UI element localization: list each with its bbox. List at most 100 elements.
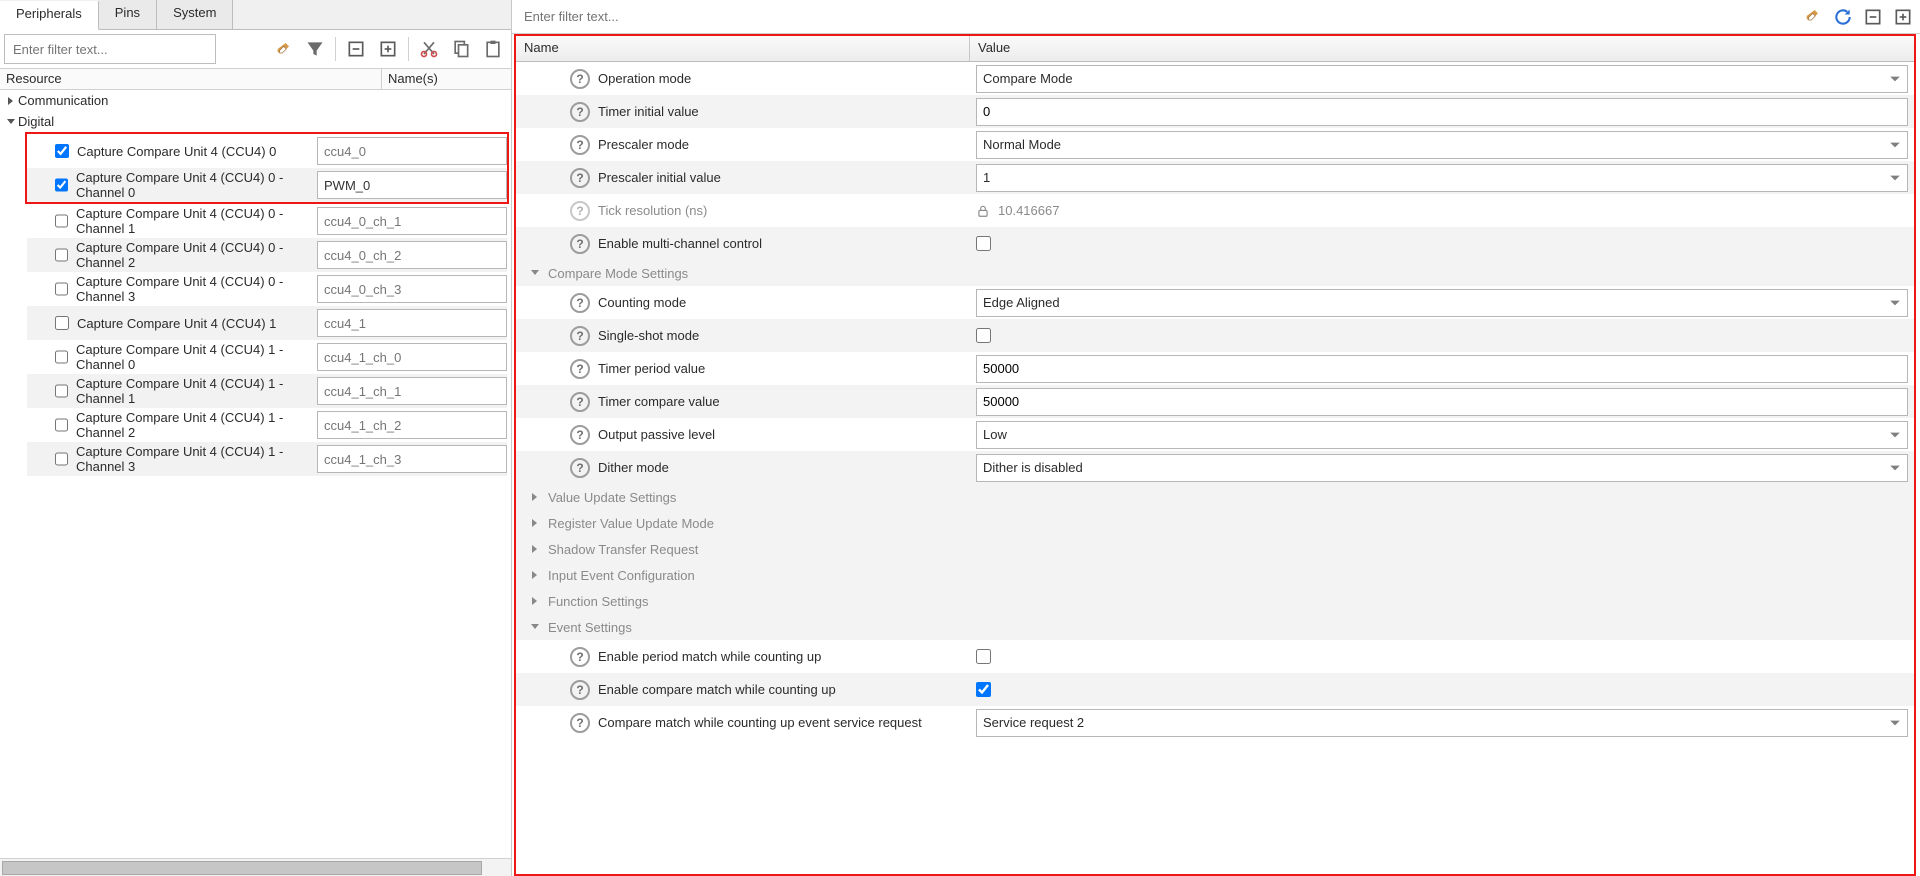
resource-name-input[interactable] (317, 445, 507, 473)
section-function[interactable]: Function Settings (516, 588, 1914, 614)
collapse-all-icon[interactable] (1860, 4, 1886, 30)
resource-row[interactable]: Capture Compare Unit 4 (CCU4) 0 - Channe… (27, 272, 507, 306)
chevron-right-icon[interactable] (528, 570, 542, 580)
prop-checkbox[interactable] (976, 649, 991, 664)
tab-system[interactable]: System (157, 0, 233, 29)
section-value_update[interactable]: Value Update Settings (516, 484, 1914, 510)
tab-pins[interactable]: Pins (99, 0, 157, 29)
resource-row[interactable]: Capture Compare Unit 4 (CCU4) 1 - Channe… (27, 442, 507, 476)
prop-checkbox[interactable] (976, 682, 991, 697)
resource-checkbox[interactable] (55, 384, 68, 398)
help-icon[interactable]: ? (570, 293, 590, 313)
resource-checkbox[interactable] (55, 282, 68, 296)
chevron-right-icon[interactable] (528, 596, 542, 606)
eraser-icon[interactable] (275, 41, 291, 57)
resource-row[interactable]: Capture Compare Unit 4 (CCU4) 1 - Channe… (27, 408, 507, 442)
resource-checkbox[interactable] (55, 452, 68, 466)
category-communication[interactable]: Communication (0, 90, 511, 111)
section-register_mode[interactable]: Register Value Update Mode (516, 510, 1914, 536)
help-icon[interactable]: ? (570, 326, 590, 346)
resource-row[interactable]: Capture Compare Unit 4 (CCU4) 0 (27, 134, 507, 168)
help-icon[interactable]: ? (570, 234, 590, 254)
resource-name-input[interactable] (317, 171, 507, 199)
prop-select[interactable]: Compare Mode (976, 65, 1908, 93)
filter-icon[interactable] (301, 35, 329, 63)
prop-select[interactable]: Normal Mode (976, 131, 1908, 159)
resource-checkbox[interactable] (55, 144, 69, 158)
eraser-icon[interactable] (1804, 8, 1820, 24)
chevron-down-icon[interactable] (528, 622, 542, 632)
chevron-right-icon[interactable] (528, 518, 542, 528)
prop-select[interactable]: Dither is disabled (976, 454, 1908, 482)
section-shadow[interactable]: Shadow Transfer Request (516, 536, 1914, 562)
resource-name-input[interactable] (317, 207, 507, 235)
chevron-right-icon[interactable] (4, 96, 18, 106)
expand-all-icon[interactable] (1890, 4, 1916, 30)
cut-icon[interactable] (415, 35, 443, 63)
help-icon[interactable]: ? (570, 425, 590, 445)
resource-name-input[interactable] (317, 137, 507, 165)
resource-row[interactable]: Capture Compare Unit 4 (CCU4) 1 (27, 306, 507, 340)
resource-name-input[interactable] (317, 343, 507, 371)
resource-row[interactable]: Capture Compare Unit 4 (CCU4) 1 - Channe… (27, 340, 507, 374)
expand-all-icon[interactable] (374, 35, 402, 63)
scrollbar-thumb[interactable] (2, 861, 482, 875)
horizontal-scrollbar[interactable] (0, 858, 511, 876)
col-name[interactable]: Name (516, 36, 970, 61)
help-icon[interactable]: ? (570, 647, 590, 667)
help-icon[interactable]: ? (570, 680, 590, 700)
resource-row[interactable]: Capture Compare Unit 4 (CCU4) 0 - Channe… (27, 204, 507, 238)
section-event[interactable]: Event Settings (516, 614, 1914, 640)
tab-peripherals[interactable]: Peripherals (0, 1, 99, 30)
section-input_event[interactable]: Input Event Configuration (516, 562, 1914, 588)
resource-name-input[interactable] (317, 275, 507, 303)
resource-checkbox[interactable] (55, 248, 68, 262)
help-icon[interactable]: ? (570, 201, 590, 221)
section-compare_mode[interactable]: Compare Mode Settings (516, 260, 1914, 286)
chevron-down-icon[interactable] (528, 268, 542, 278)
prop-checkbox[interactable] (976, 328, 991, 343)
help-icon[interactable]: ? (570, 168, 590, 188)
category-digital[interactable]: Digital (0, 111, 511, 132)
property-filter-input[interactable] (516, 3, 1826, 31)
help-icon[interactable]: ? (570, 69, 590, 89)
resource-row[interactable]: Capture Compare Unit 4 (CCU4) 0 - Channe… (27, 168, 507, 202)
paste-icon[interactable] (479, 35, 507, 63)
prop-checkbox[interactable] (976, 236, 991, 251)
resource-checkbox[interactable] (55, 214, 68, 228)
refresh-icon[interactable] (1830, 4, 1856, 30)
resource-row[interactable]: Capture Compare Unit 4 (CCU4) 1 - Channe… (27, 374, 507, 408)
copy-icon[interactable] (447, 35, 475, 63)
prop-select[interactable]: Low (976, 421, 1908, 449)
prop-text-input[interactable] (976, 388, 1908, 416)
help-icon[interactable]: ? (570, 359, 590, 379)
prop-select[interactable]: 1 (976, 164, 1908, 192)
resource-row[interactable]: Capture Compare Unit 4 (CCU4) 0 - Channe… (27, 238, 507, 272)
chevron-right-icon[interactable] (528, 492, 542, 502)
resource-checkbox[interactable] (55, 316, 69, 330)
collapse-all-icon[interactable] (342, 35, 370, 63)
filter-input[interactable] (4, 34, 216, 64)
col-resource[interactable]: Resource (0, 69, 382, 89)
resource-checkbox[interactable] (55, 178, 68, 192)
resource-checkbox[interactable] (55, 350, 68, 364)
col-value[interactable]: Value (970, 36, 1914, 61)
resource-checkbox[interactable] (55, 418, 68, 432)
help-icon[interactable]: ? (570, 102, 590, 122)
prop-counting_mode: ? Counting mode Edge Aligned (516, 286, 1914, 319)
help-icon[interactable]: ? (570, 135, 590, 155)
help-icon[interactable]: ? (570, 392, 590, 412)
prop-select[interactable]: Edge Aligned (976, 289, 1908, 317)
resource-name-input[interactable] (317, 309, 507, 337)
col-names[interactable]: Name(s) (382, 69, 511, 89)
help-icon[interactable]: ? (570, 458, 590, 478)
prop-text-input[interactable] (976, 98, 1908, 126)
resource-name-input[interactable] (317, 241, 507, 269)
prop-text-input[interactable] (976, 355, 1908, 383)
help-icon[interactable]: ? (570, 713, 590, 733)
chevron-down-icon[interactable] (4, 117, 18, 127)
resource-name-input[interactable] (317, 377, 507, 405)
resource-name-input[interactable] (317, 411, 507, 439)
chevron-right-icon[interactable] (528, 544, 542, 554)
prop-select[interactable]: Service request 2 (976, 709, 1908, 737)
